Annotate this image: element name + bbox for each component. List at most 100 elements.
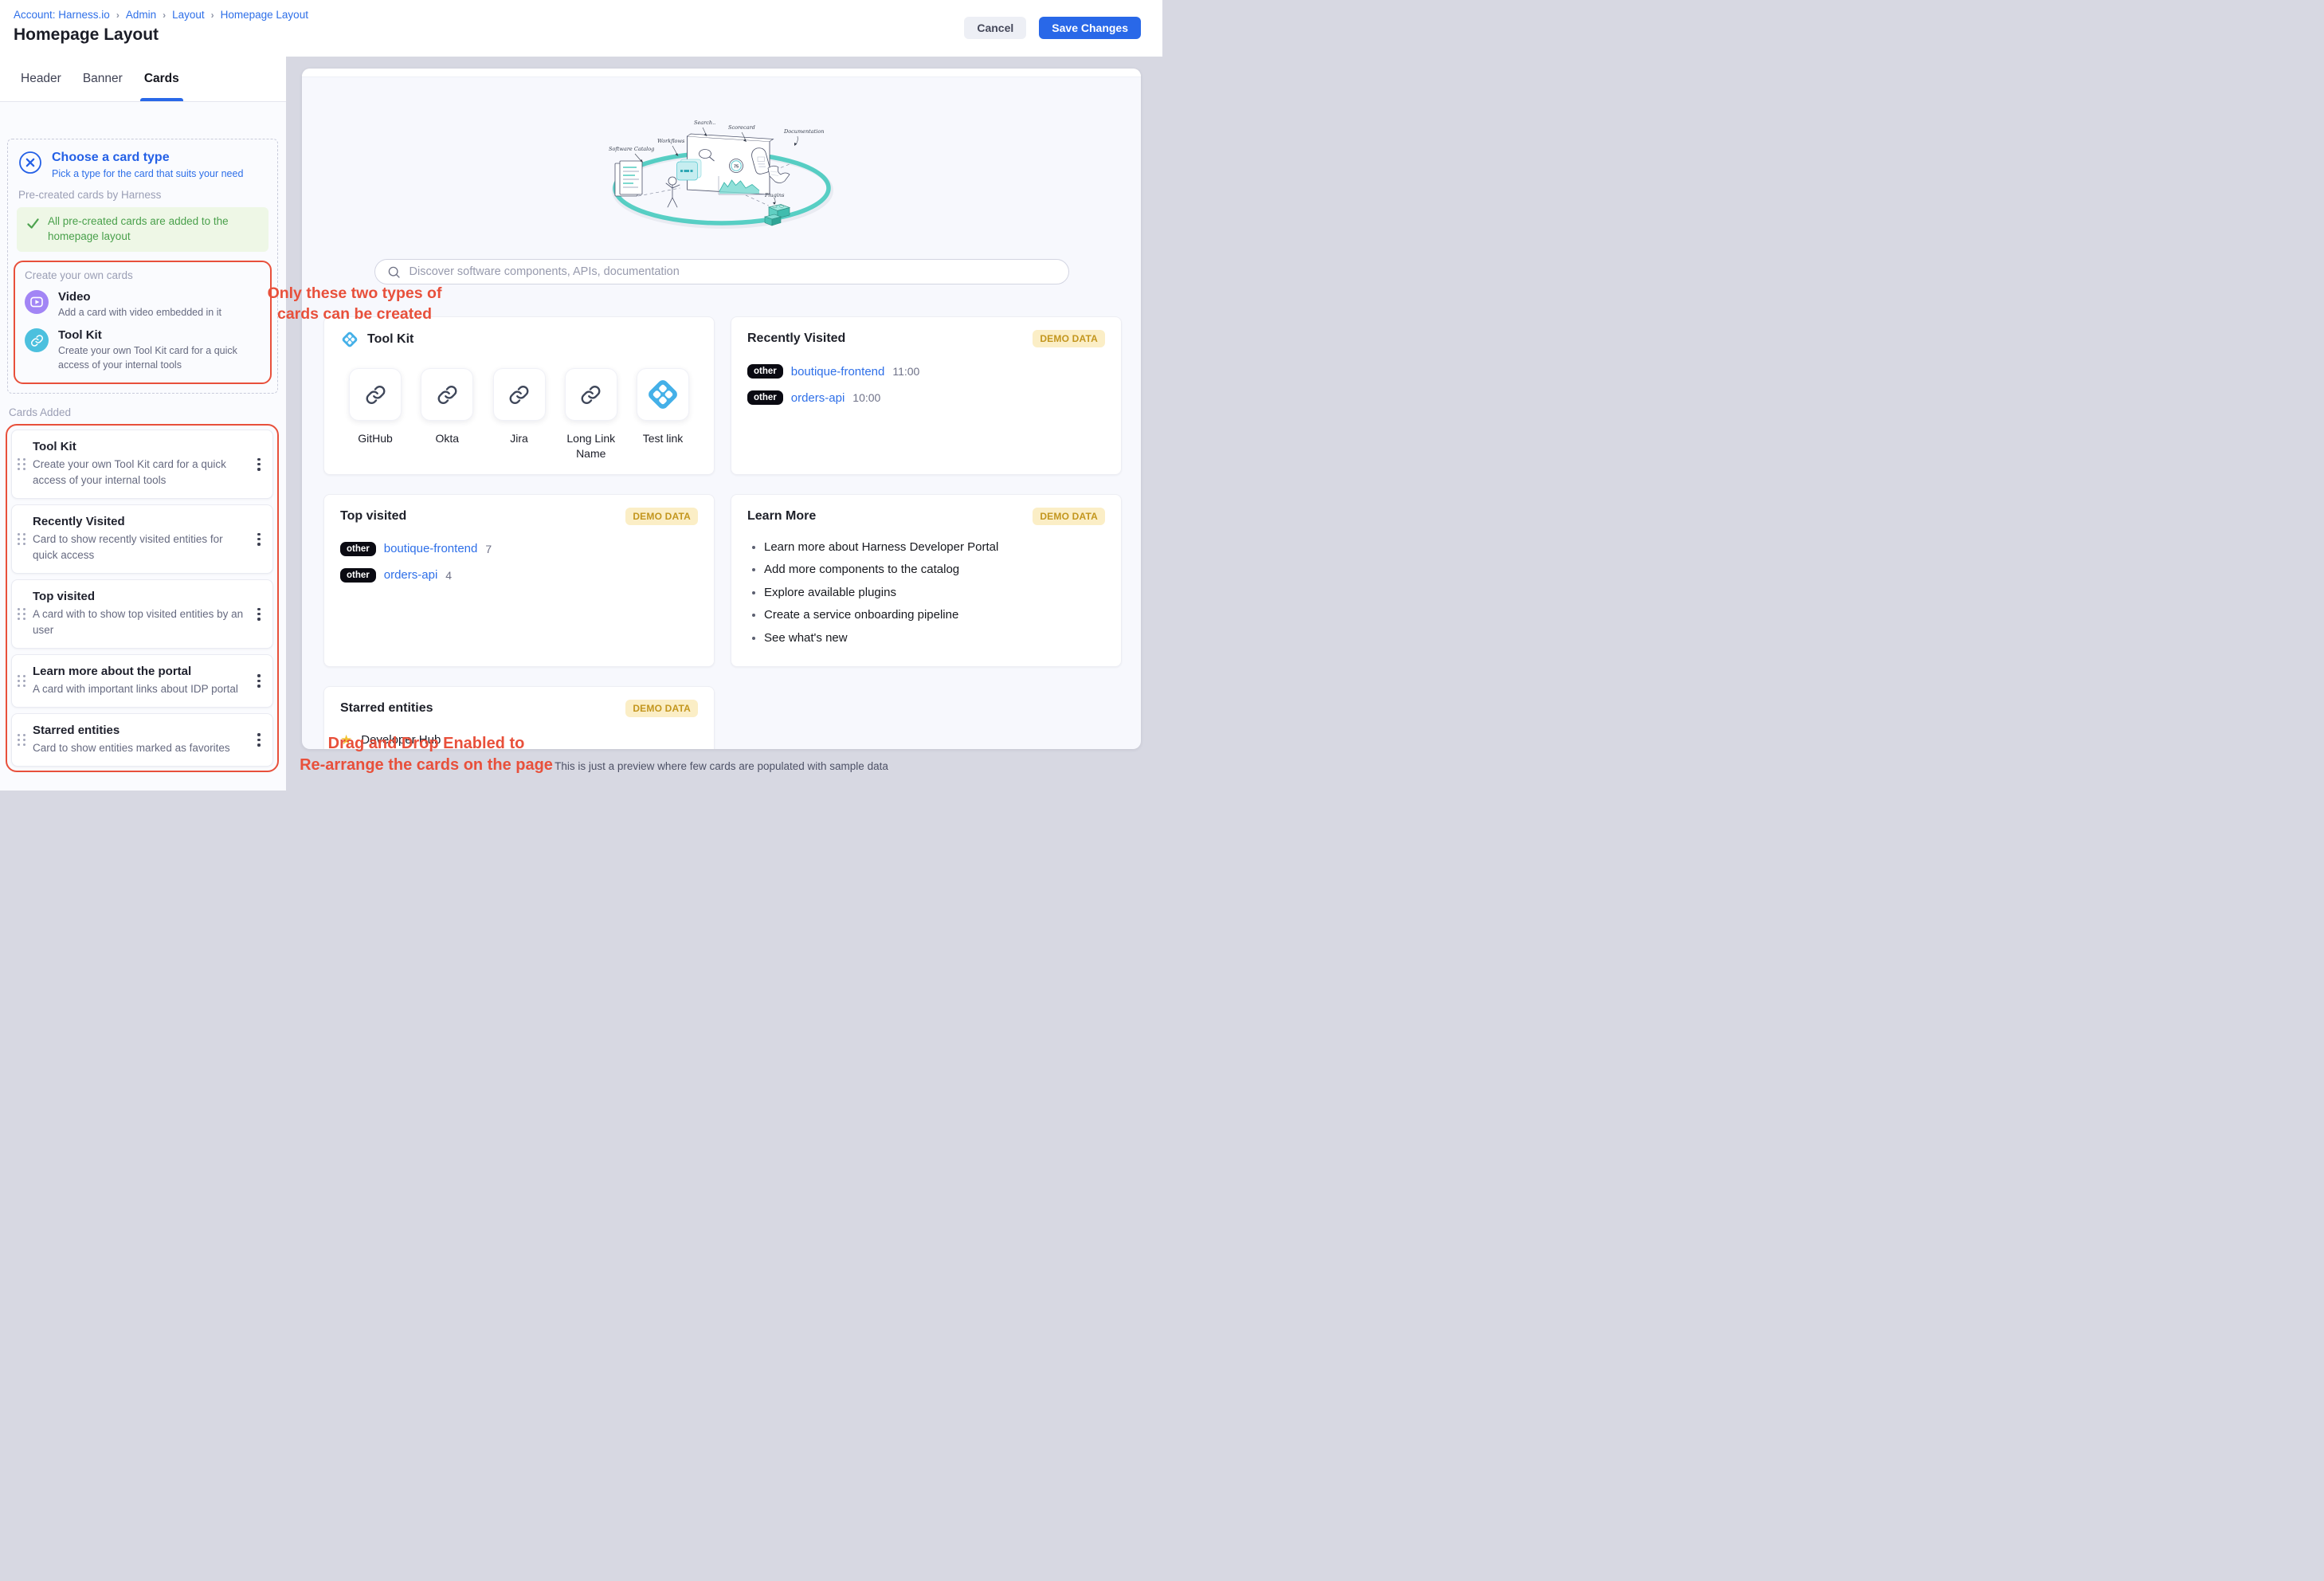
learn-more-link[interactable]: Learn more about Harness Developer Porta… xyxy=(764,540,1105,554)
added-card-desc: Create your own Tool Kit card for a quic… xyxy=(33,457,249,488)
content-area: Header Banner Cards Choose a card type P… xyxy=(0,57,1162,790)
entity-link[interactable]: orders-api xyxy=(791,391,845,405)
added-card-title: Starred entities xyxy=(33,724,249,737)
entity-kind-badge: other xyxy=(340,568,376,583)
breadcrumb-account[interactable]: Account: Harness.io xyxy=(14,9,110,21)
toolkit-tile-label: GitHub xyxy=(358,431,393,446)
added-card-starred-entities[interactable]: Starred entities Card to show entities m… xyxy=(11,713,273,767)
kebab-menu-icon[interactable] xyxy=(253,458,265,471)
create-own-cards-annotation-box: Create your own cards Video Add a card w… xyxy=(14,261,272,385)
kebab-menu-icon[interactable] xyxy=(253,608,265,621)
drag-handle-icon[interactable] xyxy=(16,533,29,545)
learn-more-link[interactable]: Create a service onboarding pipeline xyxy=(764,608,1105,622)
homepage-preview-area: 75 xyxy=(286,57,1162,790)
entity-row: other orders-api 10:00 xyxy=(747,390,1105,405)
added-card-top-visited[interactable]: Top visited A card with to show top visi… xyxy=(11,579,273,649)
breadcrumb-layout[interactable]: Layout xyxy=(172,9,205,21)
video-card-type-desc: Add a card with video embedded in it xyxy=(58,306,221,320)
kebab-menu-icon[interactable] xyxy=(253,674,265,687)
illustration-label-documentation: Documentation xyxy=(783,128,824,135)
added-card-title: Learn more about the portal xyxy=(33,665,249,678)
link-icon xyxy=(421,368,473,421)
added-card-title: Recently Visited xyxy=(33,515,249,528)
cards-added-label: Cards Added xyxy=(9,406,276,418)
drag-handle-icon[interactable] xyxy=(16,675,29,687)
toolkit-tile-label: Long Link Name xyxy=(559,431,623,461)
close-circle-icon[interactable] xyxy=(18,151,42,178)
learn-more-title: Learn More xyxy=(747,509,816,524)
drag-handle-icon[interactable] xyxy=(16,458,29,470)
drag-handle-icon[interactable] xyxy=(16,608,29,620)
preview-card-learn-more: Learn More DEMO DATA Learn more about Ha… xyxy=(731,494,1122,668)
tab-cards[interactable]: Cards xyxy=(144,57,179,101)
precreated-success-text: All pre-created cards are added to the h… xyxy=(48,214,259,245)
toolkit-tile-jira[interactable]: Jira xyxy=(488,368,551,461)
illustration-label-scorecard: Scorecard xyxy=(728,124,755,131)
star-icon[interactable]: ★ xyxy=(340,733,352,747)
toolkit-tile-label: Jira xyxy=(510,431,528,446)
toolkit-tile-long-link-name[interactable]: Long Link Name xyxy=(559,368,623,461)
entity-link[interactable]: boutique-frontend xyxy=(791,365,885,379)
entity-link[interactable]: orders-api xyxy=(384,568,438,582)
kebab-menu-icon[interactable] xyxy=(253,733,265,746)
entity-kind-badge: other xyxy=(747,390,783,405)
learn-more-link[interactable]: Add more components to the catalog xyxy=(764,563,1105,576)
preview-card-top-visited: Top visited DEMO DATA other boutique-fro… xyxy=(323,494,715,668)
breadcrumb-homepage-layout[interactable]: Homepage Layout xyxy=(221,9,308,21)
chevron-right-icon: › xyxy=(211,10,214,21)
entity-time: 10:00 xyxy=(852,391,880,404)
preview-cards-grid: Tool Kit GitHub xyxy=(323,316,1122,749)
added-card-desc: Card to show entities marked as favorite… xyxy=(33,740,249,756)
entity-kind-badge: other xyxy=(340,542,376,556)
link-icon xyxy=(25,328,49,352)
harness-idp-logo-icon xyxy=(637,368,689,421)
preview-card-recently-visited: Recently Visited DEMO DATA other boutiqu… xyxy=(731,316,1122,475)
demo-data-badge: DEMO DATA xyxy=(625,508,698,525)
demo-data-badge: DEMO DATA xyxy=(1033,330,1105,347)
drag-handle-icon[interactable] xyxy=(16,734,29,746)
toolkit-tile-okta[interactable]: Okta xyxy=(415,368,479,461)
demo-data-badge: DEMO DATA xyxy=(625,700,698,717)
page-title: Homepage Layout xyxy=(14,26,159,45)
starred-entity-name[interactable]: Developer Hub xyxy=(361,733,441,747)
entity-count: 7 xyxy=(485,543,492,555)
choose-card-type-header: Choose a card type Pick a type for the c… xyxy=(17,149,268,179)
learn-more-link[interactable]: Explore available plugins xyxy=(764,586,1105,599)
kebab-menu-icon[interactable] xyxy=(253,533,265,546)
toolkit-tile-test-link[interactable]: Test link xyxy=(631,368,695,461)
entity-time: 11:00 xyxy=(892,365,919,378)
tab-banner[interactable]: Banner xyxy=(83,57,123,101)
choose-card-type-panel: Choose a card type Pick a type for the c… xyxy=(7,139,278,394)
check-icon xyxy=(26,218,40,233)
toolkit-tiles: GitHub Okta xyxy=(343,368,695,461)
toolkit-tile-github[interactable]: GitHub xyxy=(343,368,407,461)
save-changes-button[interactable]: Save Changes xyxy=(1039,17,1141,39)
preview-header-band xyxy=(302,69,1141,77)
added-card-desc: A card with to show top visited entities… xyxy=(33,606,249,638)
added-card-recently-visited[interactable]: Recently Visited Card to show recently v… xyxy=(11,504,273,574)
added-card-title: Top visited xyxy=(33,590,249,603)
topbar-actions: Cancel Save Changes xyxy=(964,17,1141,39)
toolkit-card-title: Tool Kit xyxy=(367,332,413,347)
added-card-toolkit[interactable]: Tool Kit Create your own Tool Kit card f… xyxy=(11,430,273,499)
top-visited-title: Top visited xyxy=(340,509,406,524)
choose-card-type-subtitle: Pick a type for the card that suits your… xyxy=(52,168,243,179)
learn-more-link[interactable]: See what's new xyxy=(764,631,1105,645)
entity-row: other boutique-frontend 7 xyxy=(340,542,698,556)
discover-search-bar xyxy=(374,259,1069,284)
added-card-learn-more[interactable]: Learn more about the portal A card with … xyxy=(11,654,273,708)
card-type-video[interactable]: Video Add a card with video embedded in … xyxy=(25,290,261,320)
sidebar: Header Banner Cards Choose a card type P… xyxy=(0,57,286,790)
tab-header[interactable]: Header xyxy=(21,57,61,101)
chevron-right-icon: › xyxy=(116,10,120,21)
entity-link[interactable]: boutique-frontend xyxy=(384,542,478,555)
cancel-button[interactable]: Cancel xyxy=(964,17,1026,39)
entity-row: other boutique-frontend 11:00 xyxy=(747,364,1105,379)
search-icon xyxy=(387,265,401,279)
breadcrumb-admin[interactable]: Admin xyxy=(126,9,156,21)
chevron-right-icon: › xyxy=(163,10,166,21)
toolkit-card-type-title: Tool Kit xyxy=(58,328,261,342)
search-input[interactable] xyxy=(408,265,1056,279)
illustration-label-plugins: Plugins xyxy=(764,192,785,198)
card-type-toolkit[interactable]: Tool Kit Create your own Tool Kit card f… xyxy=(25,328,261,372)
